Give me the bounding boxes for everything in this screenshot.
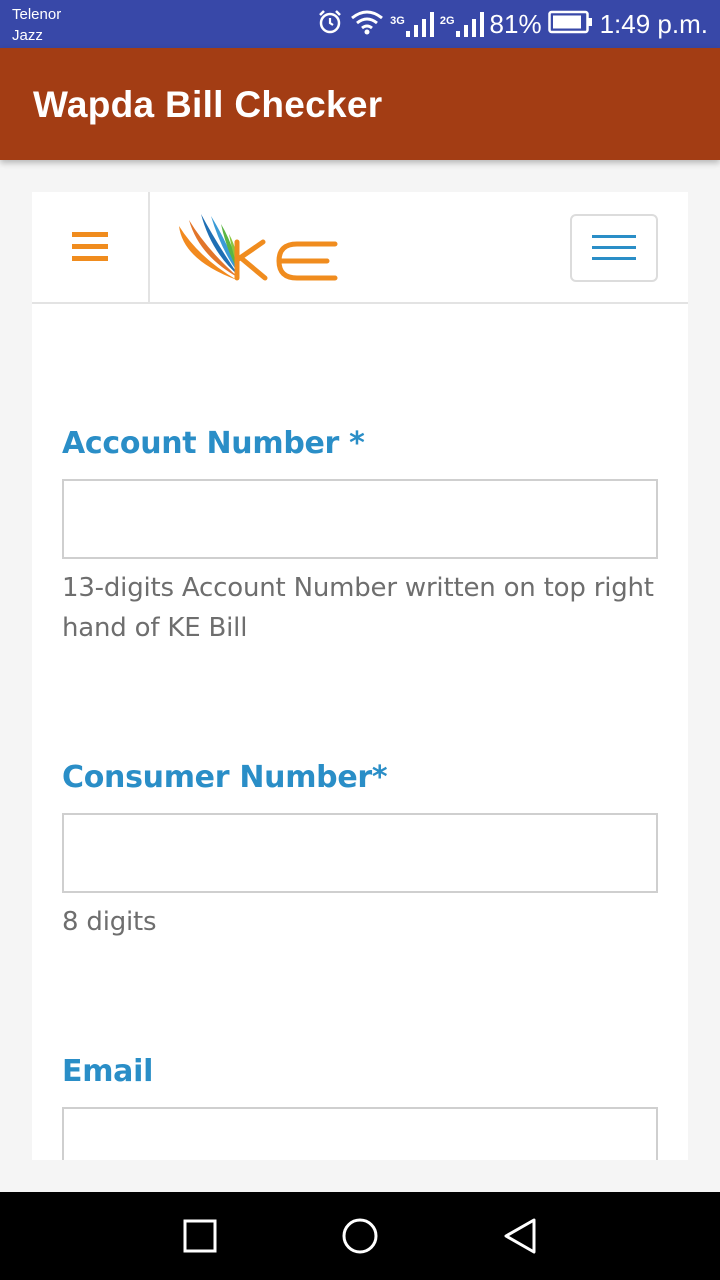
network-type-label: 3G xyxy=(390,15,405,27)
carrier-name-2: Jazz xyxy=(12,27,43,44)
back-icon xyxy=(504,1218,536,1254)
webview-content[interactable]: Account Number * 13-digits Account Numbe… xyxy=(32,192,688,1160)
navbar-toggle-button[interactable] xyxy=(570,214,658,282)
clock: 1:49 p.m. xyxy=(599,8,708,39)
system-nav-bar xyxy=(0,1192,720,1280)
site-header xyxy=(32,192,688,304)
ke-logo[interactable] xyxy=(177,212,347,286)
recents-button[interactable] xyxy=(156,1192,244,1280)
consumer-number-input[interactable] xyxy=(62,813,658,893)
side-menu-button[interactable] xyxy=(32,192,150,302)
battery-percent: 81% xyxy=(489,8,542,39)
account-number-help: 13-digits Account Number written on top … xyxy=(62,573,654,643)
account-number-input[interactable] xyxy=(62,479,658,559)
account-number-label: Account Number * xyxy=(62,426,365,461)
alarm-icon xyxy=(316,8,344,40)
app-title: Wapda Bill Checker xyxy=(33,84,383,125)
carrier-name-1: Telenor xyxy=(12,6,62,23)
back-button[interactable] xyxy=(476,1192,564,1280)
carrier-info: Telenor Jazz xyxy=(12,4,61,46)
home-button[interactable] xyxy=(316,1192,404,1280)
consumer-number-help: 8 digits xyxy=(62,907,157,937)
network-type-label: 2G xyxy=(439,15,455,27)
signal-icon xyxy=(455,12,484,37)
menu-icon xyxy=(592,235,636,260)
status-indicators: 3G 2G 81% 1:49 p.m. xyxy=(316,0,708,48)
email-input[interactable] xyxy=(62,1107,658,1160)
menu-icon xyxy=(72,232,108,261)
email-label: Email xyxy=(62,1054,154,1089)
consumer-number-label: Consumer Number* xyxy=(62,760,388,795)
home-icon xyxy=(342,1218,378,1254)
network-2g: 2G xyxy=(440,11,484,37)
battery-icon xyxy=(547,10,594,38)
signal-icon xyxy=(405,12,434,37)
wifi-icon xyxy=(350,9,384,39)
status-bar: Telenor Jazz 3G 2G 81% 1:49 p.m. xyxy=(0,0,720,48)
recents-icon xyxy=(183,1219,217,1253)
network-3g: 3G xyxy=(390,11,434,37)
app-bar: Wapda Bill Checker xyxy=(0,48,720,160)
